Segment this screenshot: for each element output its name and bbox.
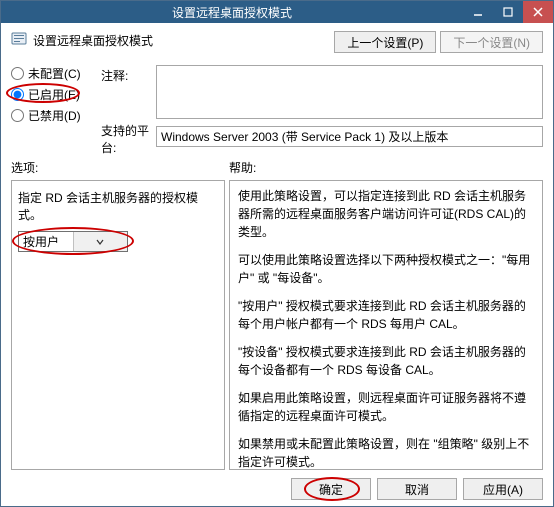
options-panel: 指定 RD 会话主机服务器的授权模式。 按用户 <box>11 180 225 470</box>
labels-column: 注释: 支持的平台: <box>101 63 156 149</box>
radio-not-configured-label: 未配置(C) <box>28 65 81 82</box>
radio-enabled-input[interactable] <box>11 88 24 101</box>
comment-label: 注释: <box>101 65 156 86</box>
close-button[interactable] <box>523 1 553 23</box>
options-description: 指定 RD 会话主机服务器的授权模式。 <box>18 189 218 223</box>
help-button[interactable] <box>493 1 523 23</box>
help-text: 如果禁用或未配置此策略设置，则在 "组策略" 级别上不指定许可模式。 <box>238 435 534 470</box>
radio-disabled-label: 已禁用(D) <box>28 107 81 124</box>
help-text: 如果启用此策略设置，则远程桌面许可证服务器将不遵循指定的远程桌面许可模式。 <box>238 389 534 425</box>
options-heading: 选项: <box>11 159 229 176</box>
next-setting-button: 下一个设置(N) <box>440 31 543 53</box>
apply-button[interactable]: 应用(A) <box>463 478 543 500</box>
radio-enabled-label: 已启用(E) <box>28 86 80 103</box>
licensing-mode-select-wrap: 按用户 <box>18 231 128 252</box>
help-panel[interactable]: 使用此策略设置，可以指定连接到此 RD 会话主机服务器所需的远程桌面服务客户端访… <box>229 180 543 470</box>
chevron-down-icon <box>73 232 128 251</box>
help-text: "按设备" 授权模式要求连接到此 RD 会话主机服务器的每个设备都有一个 RDS… <box>238 343 534 379</box>
help-text: "按用户" 授权模式要求连接到此 RD 会话主机服务器的每个用户帐户都有一个 R… <box>238 297 534 333</box>
cancel-button[interactable]: 取消 <box>377 478 457 500</box>
platform-value: Windows Server 2003 (带 Service Pack 1) 及… <box>161 128 448 145</box>
header-title: 设置远程桌面授权模式 <box>33 32 153 49</box>
platform-label: 支持的平台: <box>101 128 156 149</box>
dialog-window: 设置远程桌面授权模式 设置远程桌面授权模式 上一个设置(P) 下一个设 <box>0 0 554 507</box>
help-text: 使用此策略设置，可以指定连接到此 RD 会话主机服务器所需的远程桌面服务客户端访… <box>238 187 534 241</box>
radio-disabled-input[interactable] <box>11 109 24 122</box>
comment-textarea[interactable] <box>156 65 543 119</box>
window-title: 设置远程桌面授权模式 <box>1 4 463 21</box>
radio-disabled[interactable]: 已禁用(D) <box>11 107 101 124</box>
minimize-button[interactable] <box>463 1 493 23</box>
radio-not-configured[interactable]: 未配置(C) <box>11 65 101 82</box>
platform-field: Windows Server 2003 (带 Service Pack 1) 及… <box>156 126 543 147</box>
radio-column: 未配置(C) 已启用(E) 已禁用(D) <box>11 63 101 149</box>
radio-enabled[interactable]: 已启用(E) <box>11 86 101 103</box>
licensing-mode-select[interactable]: 按用户 <box>18 231 128 252</box>
content-area: 设置远程桌面授权模式 上一个设置(P) 下一个设置(N) 未配置(C) 已启用(… <box>1 23 553 506</box>
ok-button-label: 确定 <box>319 483 343 497</box>
radio-not-configured-input[interactable] <box>11 67 24 80</box>
header-row: 设置远程桌面授权模式 上一个设置(P) 下一个设置(N) <box>11 31 543 53</box>
previous-setting-button[interactable]: 上一个设置(P) <box>334 31 436 53</box>
licensing-mode-value: 按用户 <box>19 233 73 250</box>
lower-row: 指定 RD 会话主机服务器的授权模式。 按用户 使用此策略设置，可以指定连接到此… <box>11 180 543 470</box>
config-area: 未配置(C) 已启用(E) 已禁用(D) 注释: 支持的平台: <box>11 63 543 149</box>
window-buttons <box>463 1 553 23</box>
help-heading: 帮助: <box>229 159 543 176</box>
mid-labels: 选项: 帮助: <box>11 159 543 176</box>
policy-icon <box>11 31 27 50</box>
help-text: 可以使用此策略设置选择以下两种授权模式之一："每用户" 或 "每设备"。 <box>238 251 534 287</box>
footer: 确定 取消 应用(A) <box>11 470 543 500</box>
ok-button[interactable]: 确定 <box>291 478 371 500</box>
fields-column: Windows Server 2003 (带 Service Pack 1) 及… <box>156 63 543 149</box>
titlebar: 设置远程桌面授权模式 <box>1 1 553 23</box>
